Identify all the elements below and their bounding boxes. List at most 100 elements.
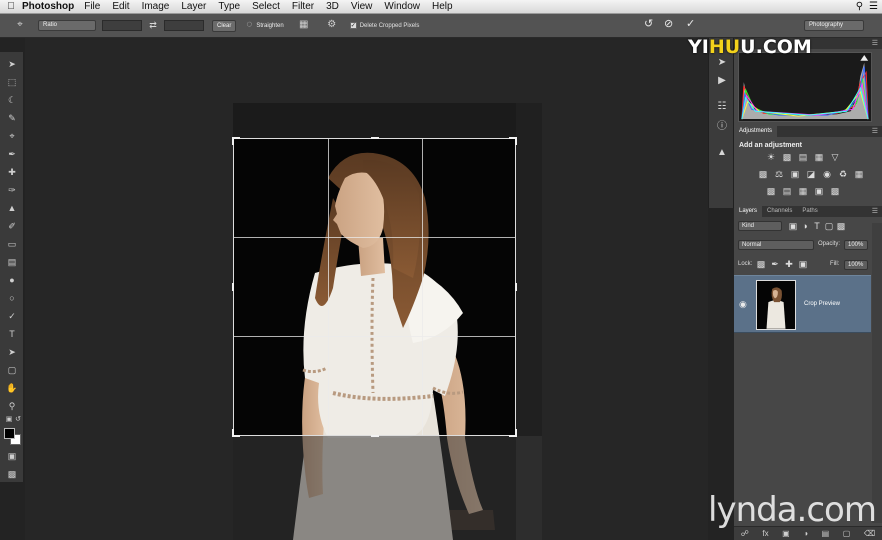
color-lookup-icon[interactable]: ▦: [854, 169, 864, 179]
color-swatches[interactable]: [4, 428, 22, 446]
opacity-field[interactable]: 100%: [844, 240, 868, 250]
link-layers-icon[interactable]: ☍: [741, 529, 749, 538]
delete-cropped-checkbox[interactable]: ✓: [349, 22, 357, 29]
healing-brush-tool-icon[interactable]: ✚: [5, 166, 19, 178]
filter-adjustment-icon[interactable]: ◑: [800, 221, 810, 231]
new-adjustment-layer-icon[interactable]: ◑: [803, 529, 808, 538]
new-layer-icon[interactable]: ▢: [843, 529, 851, 538]
vibrance-icon[interactable]: ▩: [758, 169, 768, 179]
rectangle-tool-icon[interactable]: ▢: [5, 364, 19, 376]
history-icon[interactable]: ➤: [715, 56, 729, 70]
panel-menu-icon[interactable]: ☰: [872, 38, 878, 49]
layers-scrollbar[interactable]: [872, 223, 882, 523]
black-white-icon[interactable]: ◪: [806, 169, 816, 179]
exposure-icon[interactable]: ▦: [814, 152, 824, 162]
blur-tool-icon[interactable]: ●: [5, 274, 19, 286]
fill-field[interactable]: 100%: [844, 260, 868, 270]
menu-help[interactable]: Help: [432, 1, 453, 12]
actions-play-icon[interactable]: ▶: [715, 74, 729, 88]
eraser-tool-icon[interactable]: ▭: [5, 238, 19, 250]
ratio-width-field[interactable]: [102, 20, 142, 31]
layer-filter-kind-select[interactable]: Kind: [738, 221, 782, 231]
tab-layers[interactable]: Layers: [734, 206, 763, 217]
crop-tool-icon[interactable]: ⌖: [5, 130, 19, 142]
crop-handle-left[interactable]: [232, 283, 234, 291]
color-balance-icon[interactable]: ▣: [790, 169, 800, 179]
eyedropper-tool-icon[interactable]: ✒: [5, 148, 19, 160]
crop-handle-bottom-left[interactable]: [232, 429, 234, 437]
layer-row-crop-preview[interactable]: ◉ Crop Preview: [734, 275, 871, 333]
filter-smart-object-icon[interactable]: ▩: [836, 221, 846, 231]
ratio-height-field[interactable]: [164, 20, 204, 31]
tab-adjustments[interactable]: Adjustments: [734, 126, 778, 137]
filter-shape-icon[interactable]: ▢: [824, 221, 834, 231]
hue-saturation-icon[interactable]: ⚖: [774, 169, 784, 179]
new-group-icon[interactable]: ▤: [822, 529, 830, 538]
clear-button[interactable]: Clear: [212, 19, 237, 32]
crop-handle-top[interactable]: [371, 137, 379, 139]
gradient-map-icon[interactable]: ▣: [814, 186, 824, 196]
move-tool-icon[interactable]: ➤: [5, 58, 19, 70]
history-brush-tool-icon[interactable]: ✐: [5, 220, 19, 232]
quick-mask-icon[interactable]: ▣: [5, 450, 19, 462]
menu-image[interactable]: Image: [142, 1, 170, 12]
crop-handle-top-left[interactable]: [232, 137, 234, 145]
clone-source-icon[interactable]: ▲: [715, 146, 729, 160]
brightness-contrast-icon[interactable]: ☀: [766, 152, 776, 162]
quick-selection-tool-icon[interactable]: ✎: [5, 112, 19, 124]
overlay-grid-icon[interactable]: ▦: [296, 19, 312, 33]
filter-pixel-icon[interactable]: ▣: [788, 221, 798, 231]
zoom-tool-icon[interactable]: ⚲: [5, 400, 19, 412]
delete-layer-icon[interactable]: ⌫: [864, 529, 875, 538]
menu-select[interactable]: Select: [252, 1, 280, 12]
notification-list-icon[interactable]: ☰: [869, 1, 878, 12]
lock-position-icon[interactable]: ✚: [784, 259, 794, 269]
aspect-ratio-select[interactable]: Ratio: [38, 20, 96, 31]
clone-stamp-tool-icon[interactable]: ▲: [5, 202, 19, 214]
cancel-crop-icon[interactable]: ⊘: [664, 17, 673, 30]
panel-menu-icon[interactable]: ☰: [872, 126, 878, 137]
tab-channels[interactable]: Channels: [762, 206, 797, 217]
foreground-color-swatch[interactable]: [4, 428, 15, 439]
info-icon[interactable]: ⓘ: [715, 120, 729, 134]
threshold-icon[interactable]: ▦: [798, 186, 808, 196]
tab-paths[interactable]: Paths: [797, 206, 822, 217]
layer-mask-icon[interactable]: ▣: [782, 529, 790, 538]
apple-icon[interactable]: : [0, 1, 22, 12]
menu-file[interactable]: File: [84, 1, 100, 12]
swap-colors-icon[interactable]: ↺: [11, 414, 25, 426]
menu-view[interactable]: View: [351, 1, 373, 12]
straighten-button[interactable]: Straighten: [256, 23, 283, 29]
menu-edit[interactable]: Edit: [112, 1, 129, 12]
pen-tool-icon[interactable]: ✓: [5, 310, 19, 322]
invert-icon[interactable]: ▩: [766, 186, 776, 196]
menu-3d[interactable]: 3D: [326, 1, 339, 12]
crop-handle-right[interactable]: [515, 283, 517, 291]
crop-box[interactable]: [232, 137, 517, 437]
reset-crop-icon[interactable]: ↺: [644, 17, 653, 30]
straighten-icon[interactable]: ◌: [244, 19, 254, 33]
photo-filter-icon[interactable]: ◉: [822, 169, 832, 179]
menu-app-name[interactable]: Photoshop: [22, 1, 74, 12]
lasso-tool-icon[interactable]: ☾: [5, 94, 19, 106]
blend-mode-select[interactable]: Normal: [738, 240, 814, 250]
lock-all-icon[interactable]: ▣: [798, 259, 808, 269]
lock-transparent-icon[interactable]: ▩: [756, 259, 766, 269]
menu-window[interactable]: Window: [384, 1, 420, 12]
menu-filter[interactable]: Filter: [292, 1, 314, 12]
crop-handle-bottom-right[interactable]: [515, 429, 517, 437]
screen-mode-icon[interactable]: ▩: [5, 468, 19, 480]
workspace-select[interactable]: Photography: [804, 20, 864, 31]
channel-mixer-icon[interactable]: ♻: [838, 169, 848, 179]
filter-type-icon[interactable]: T: [812, 221, 822, 231]
crop-tool-preset-icon[interactable]: ⌖: [12, 19, 28, 33]
curves-icon[interactable]: ▤: [798, 152, 808, 162]
type-tool-icon[interactable]: T: [5, 328, 19, 340]
layer-style-icon[interactable]: fx: [762, 529, 768, 538]
panel-menu-icon[interactable]: ☰: [872, 206, 878, 217]
levels-icon[interactable]: ▩: [782, 152, 792, 162]
commit-crop-icon[interactable]: ✓: [686, 17, 695, 30]
layer-visibility-eye-icon[interactable]: ◉: [739, 299, 747, 310]
properties-icon[interactable]: ☷: [715, 100, 729, 114]
gradient-triangle-icon[interactable]: ▽: [830, 152, 840, 162]
